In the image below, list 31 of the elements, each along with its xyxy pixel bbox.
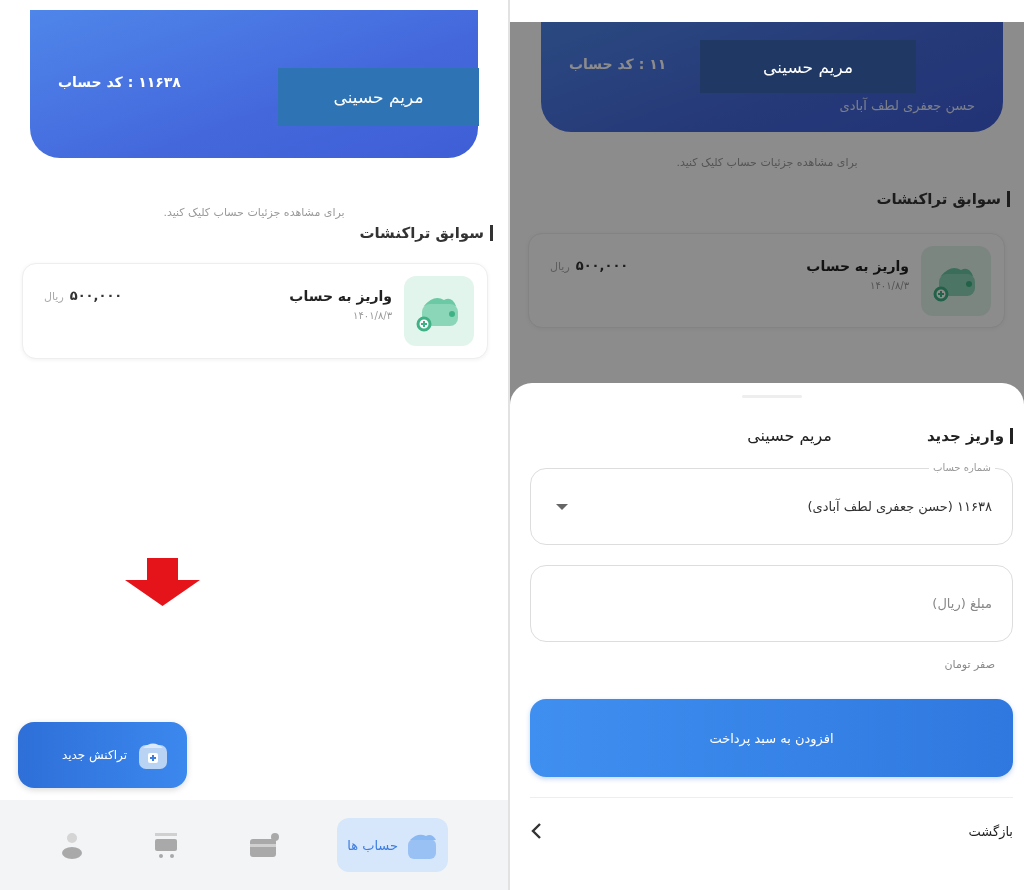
helper-text: صفر تومان	[944, 658, 995, 671]
hint-text: برای مشاهده جزئیات حساب کلیک کنید.	[162, 206, 346, 219]
transaction-date: ۱۴۰۱/۸/۳	[352, 310, 392, 321]
amount-field[interactable]: مبلغ (ریال)	[530, 565, 1013, 642]
hint-text: برای مشاهده جزئیات حساب کلیک کنید.	[675, 156, 859, 169]
transaction-amount: ۵۰۰,۰۰۰	[69, 288, 123, 303]
down-arrow-icon	[125, 558, 200, 606]
chevron-icon	[530, 822, 544, 840]
nav-tab[interactable]: حساب ها	[337, 818, 448, 872]
person-icon	[60, 830, 85, 860]
section-title: سوابق تراکنشات	[359, 225, 493, 241]
name-tooltip: مریم حسینی	[700, 40, 916, 93]
account-code: ۱۱ : کد حساب	[569, 56, 667, 72]
transaction-date: ۱۴۰۱/۸/۳	[869, 280, 909, 291]
account-owner: حسن جعفری لطف آبادی	[839, 98, 975, 113]
account-code: ۱۱۶۳۸ : کد حساب	[58, 74, 181, 90]
new-transaction-button[interactable]: تراکنش جدید	[18, 722, 187, 788]
transaction-amount: ۵۰۰,۰۰۰	[575, 258, 629, 273]
select-value: ۱۱۶۳۸ (حسن جعفری لطف آبادی)	[806, 499, 992, 514]
add-to-cart-button[interactable]: افزودن به سبد پرداخت	[530, 699, 1013, 777]
section-title: سوابق تراکنشات	[876, 191, 1010, 207]
sheet-title: واریز جدید	[926, 427, 1013, 444]
transaction-title: واریز به حساب	[289, 288, 392, 304]
transaction-card[interactable]: واریز به حساب ۱۴۰۱/۸/۳ ۵۰۰,۰۰۰ ریال	[22, 263, 488, 359]
back-link[interactable]: بازگشت	[968, 823, 1013, 839]
transaction-title: واریز به حساب	[806, 258, 909, 274]
name-text: مریم حسینی	[747, 426, 832, 445]
name-tooltip: مریم حسینی	[278, 68, 479, 126]
caret-icon	[556, 503, 568, 510]
card-icon	[248, 831, 281, 859]
currency-label: ریال	[44, 290, 64, 303]
